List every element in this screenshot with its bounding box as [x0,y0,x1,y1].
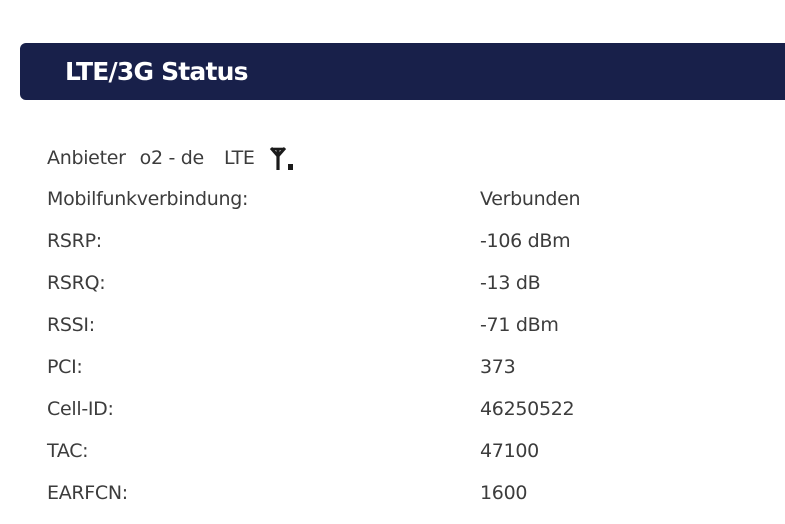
row-label: Mobilfunkverbindung: [47,188,249,210]
row-label: EARFCN: [47,482,128,504]
row-value: 1600 [480,482,528,504]
status-row-pci: PCI: 373 [47,346,767,388]
row-value: Verbunden [480,188,581,210]
row-value: -13 dB [480,272,541,294]
provider-name: o2 - de [139,147,205,169]
status-row-earfcn: EARFCN: 1600 [47,472,767,514]
row-value: -71 dBm [480,314,559,336]
provider-row: Anbieter o2 - de LTE [47,142,297,174]
page-title: LTE/3G Status [65,57,249,86]
status-row-rsrq: RSRQ: -13 dB [47,262,767,304]
status-row-connection: Mobilfunkverbindung: Verbunden [47,178,767,220]
network-type: LTE [223,147,255,169]
row-label: PCI: [47,356,83,378]
status-row-cell-id: Cell-ID: 46250522 [47,388,767,430]
row-label: TAC: [47,440,89,462]
row-label: RSRP: [47,230,102,252]
row-value: 373 [480,356,516,378]
row-value: 47100 [480,440,539,462]
status-row-rssi: RSSI: -71 dBm [47,304,767,346]
status-row-tac: TAC: 47100 [47,430,767,472]
row-label: Cell-ID: [47,398,114,420]
row-label: RSSI: [47,314,95,336]
status-row-rsrp: RSRP: -106 dBm [47,220,767,262]
provider-label: Anbieter [47,147,126,169]
row-value: 46250522 [480,398,575,420]
row-label: RSRQ: [47,272,106,294]
section-header: LTE/3G Status [20,43,785,100]
antenna-signal-icon [269,146,297,172]
status-table: Mobilfunkverbindung: Verbunden RSRP: -10… [47,178,767,514]
row-value: -106 dBm [480,230,571,252]
